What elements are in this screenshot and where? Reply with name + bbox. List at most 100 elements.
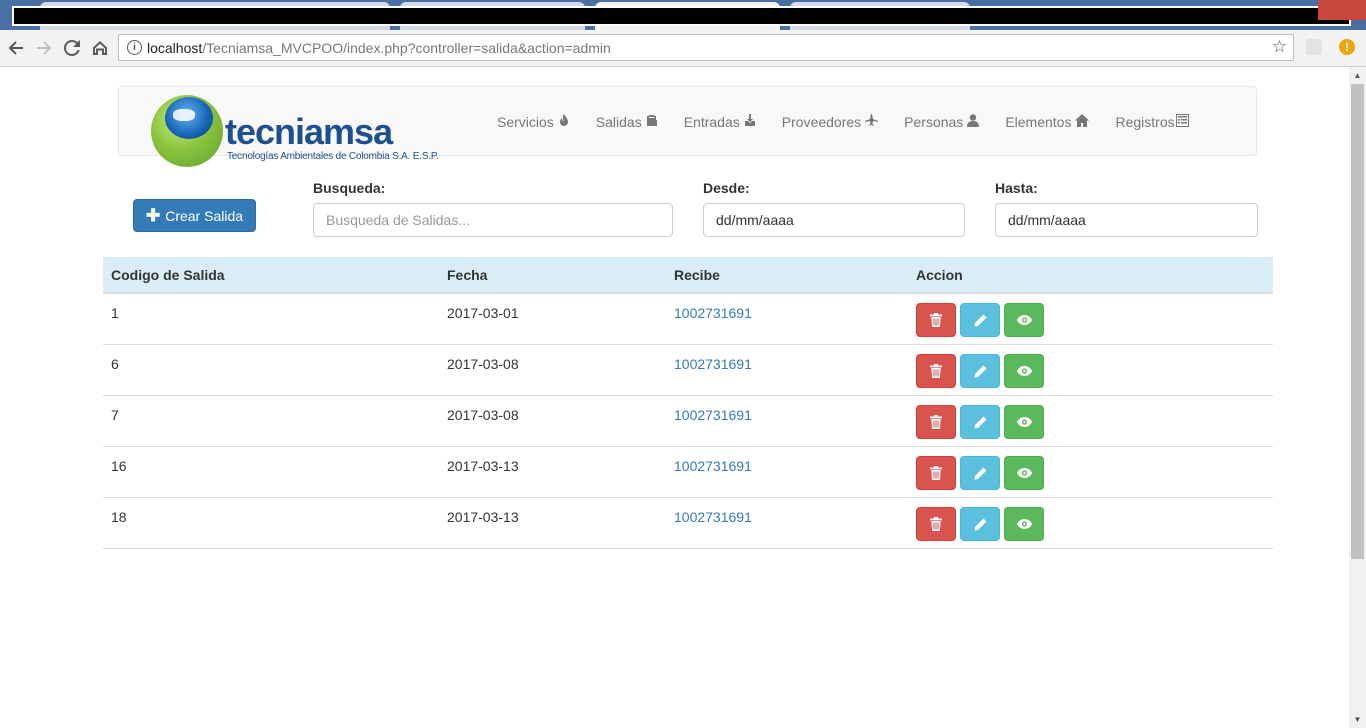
- alert-icon[interactable]: !: [1339, 39, 1355, 55]
- scroll-thumb[interactable]: [1351, 84, 1364, 559]
- trash-icon: [930, 364, 942, 378]
- back-icon[interactable]: [4, 36, 28, 60]
- eye-icon: [1016, 315, 1032, 325]
- delete-button[interactable]: [916, 405, 956, 439]
- nav-item-servicios[interactable]: Servicios: [497, 87, 583, 157]
- create-salida-button[interactable]: ✚ Crear Salida: [133, 199, 256, 232]
- browser-toolbar: i localhost/Tecniamsa_MVCPOO/index.php?c…: [0, 30, 1366, 67]
- nav-item-label: Proveedores: [781, 114, 862, 130]
- nav-item-label: Servicios: [497, 114, 554, 130]
- table-row: 1 2017-03-01 1002731691: [103, 294, 1273, 345]
- table-row: 6 2017-03-08 1002731691: [103, 345, 1273, 396]
- extension-icon[interactable]: [1306, 39, 1322, 55]
- table-body: 1 2017-03-01 1002731691 6 2017-03-08 100…: [103, 294, 1273, 549]
- nav-item-label: Entradas: [683, 114, 740, 130]
- table-row: 16 2017-03-13 1002731691: [103, 447, 1273, 498]
- nav-item-salidas[interactable]: Salidas: [583, 87, 671, 157]
- scroll-up-icon[interactable]: ▲: [1349, 67, 1366, 84]
- table-header: Codigo de Salida Fecha Recibe Accion: [103, 257, 1273, 294]
- view-button[interactable]: [1004, 507, 1044, 541]
- url-text: localhost/Tecniamsa_MVCPOO/index.php?con…: [147, 40, 611, 56]
- cell-codigo: 6: [111, 356, 119, 372]
- search-input[interactable]: Busqueda de Salidas...: [313, 203, 673, 237]
- fire-icon: [558, 114, 570, 130]
- trash-icon: [930, 466, 942, 480]
- search-label: Busqueda:: [313, 180, 386, 196]
- row-actions: [916, 303, 1048, 337]
- view-button[interactable]: [1004, 405, 1044, 439]
- nav-item-registros[interactable]: Registros: [1102, 87, 1201, 157]
- nav-item-label: Elementos: [1005, 114, 1072, 130]
- plus-icon: ✚: [145, 205, 161, 225]
- nav-item-elementos[interactable]: Elementos: [992, 87, 1102, 157]
- delete-button[interactable]: [916, 354, 956, 388]
- forward-icon[interactable]: [32, 36, 56, 60]
- info-icon[interactable]: i: [127, 40, 142, 55]
- row-actions: [916, 354, 1048, 388]
- edit-button[interactable]: [960, 456, 1000, 490]
- bookmark-star-icon[interactable]: ☆: [1272, 37, 1287, 57]
- header-fecha: Fecha: [447, 267, 488, 283]
- url-path: /Tecniamsa_MVCPOO/index.php?controller=s…: [202, 40, 611, 56]
- browser-tab-strip: [0, 0, 1366, 30]
- nav-item-proveedores[interactable]: Proveedores: [769, 87, 891, 157]
- cell-recibe-link[interactable]: 1002731691: [674, 305, 752, 321]
- list-alt-icon: [1175, 114, 1189, 130]
- home-browser-icon[interactable]: [88, 36, 112, 60]
- cell-codigo: 16: [111, 458, 127, 474]
- brand-logo[interactable]: tecniamsa Tecnologías Ambientales de Col…: [151, 95, 451, 167]
- scroll-down-icon[interactable]: ▼: [1349, 711, 1366, 728]
- user-icon: [967, 114, 980, 130]
- view-button[interactable]: [1004, 354, 1044, 388]
- eye-icon: [1016, 468, 1032, 478]
- cell-fecha: 2017-03-08: [447, 407, 519, 423]
- table-row: 18 2017-03-13 1002731691: [103, 498, 1273, 549]
- plane-icon: [865, 114, 879, 130]
- pencil-icon: [974, 467, 986, 479]
- cell-recibe-link[interactable]: 1002731691: [674, 458, 752, 474]
- address-bar[interactable]: i localhost/Tecniamsa_MVCPOO/index.php?c…: [118, 34, 1294, 61]
- eye-icon: [1016, 366, 1032, 376]
- window-close-button[interactable]: [1318, 0, 1366, 20]
- from-date-input[interactable]: dd/mm/aaaa: [703, 203, 965, 237]
- pencil-icon: [974, 314, 986, 326]
- url-host: localhost: [147, 40, 203, 56]
- edit-button[interactable]: [960, 405, 1000, 439]
- delete-button[interactable]: [916, 303, 956, 337]
- redaction-bar: [12, 6, 1351, 26]
- nav-item-personas[interactable]: Personas: [891, 87, 992, 157]
- edit-button[interactable]: [960, 303, 1000, 337]
- pencil-icon: [974, 416, 986, 428]
- delete-button[interactable]: [916, 507, 956, 541]
- view-button[interactable]: [1004, 303, 1044, 337]
- nav-item-entradas[interactable]: Entradas: [671, 87, 769, 157]
- pencil-icon: [974, 365, 986, 377]
- edit-button[interactable]: [960, 354, 1000, 388]
- cell-recibe-link[interactable]: 1002731691: [674, 356, 752, 372]
- cell-fecha: 2017-03-13: [447, 458, 519, 474]
- cell-recibe-link[interactable]: 1002731691: [674, 509, 752, 525]
- view-button[interactable]: [1004, 456, 1044, 490]
- nav-item-label: Personas: [904, 114, 964, 130]
- import-icon: [744, 114, 756, 130]
- row-actions: [916, 507, 1048, 541]
- pencil-icon: [974, 518, 986, 530]
- table-row: 7 2017-03-08 1002731691: [103, 396, 1273, 447]
- nav-item-label: Salidas: [595, 114, 642, 130]
- page-scrollbar[interactable]: ▲ ▼: [1349, 67, 1366, 728]
- to-date-input[interactable]: dd/mm/aaaa: [995, 203, 1258, 237]
- edit-button[interactable]: [960, 507, 1000, 541]
- trash-icon: [930, 415, 942, 429]
- delete-button[interactable]: [916, 456, 956, 490]
- cell-recibe-link[interactable]: 1002731691: [674, 407, 752, 423]
- cell-fecha: 2017-03-08: [447, 356, 519, 372]
- trash-icon: [930, 517, 942, 531]
- brand-name: tecniamsa: [225, 111, 393, 152]
- trash-icon: [930, 313, 942, 327]
- reload-icon[interactable]: [60, 36, 84, 60]
- home-icon: [1075, 114, 1090, 130]
- cell-fecha: 2017-03-01: [447, 305, 519, 321]
- globe-icon: [151, 95, 223, 167]
- cell-codigo: 7: [111, 407, 119, 423]
- salidas-table: Codigo de Salida Fecha Recibe Accion 1 2…: [103, 257, 1273, 549]
